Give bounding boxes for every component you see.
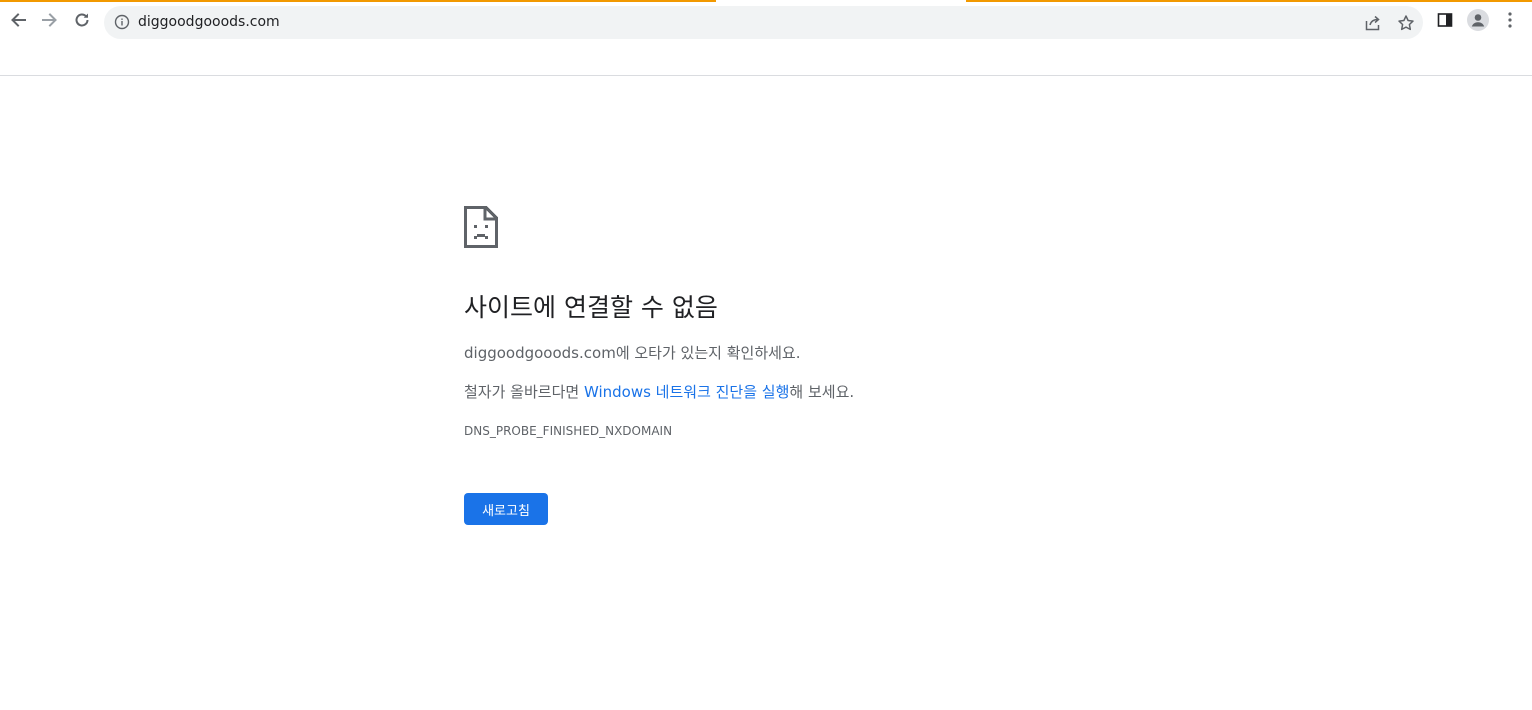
url-text[interactable]: diggoodgooods.com <box>138 14 280 31</box>
back-button[interactable] <box>4 6 32 34</box>
arrow-right-icon <box>42 13 57 27</box>
info-icon[interactable] <box>114 14 130 30</box>
hint-domain: diggoodgooods.com <box>464 344 616 362</box>
browser-toolbar: diggoodgooods.com <box>0 2 1532 42</box>
share-icon <box>1365 15 1380 31</box>
typo-hint: diggoodgooods.com에 오타가 있는지 확인하세요. <box>464 343 801 363</box>
star-icon <box>1398 15 1414 31</box>
menu-button[interactable] <box>1498 8 1522 32</box>
forward-button[interactable] <box>36 6 64 34</box>
diagnostics-hint: 철자가 올바르다면 Windows 네트워크 진단을 실행해 보세요. <box>464 382 854 402</box>
share-button[interactable] <box>1362 12 1384 34</box>
profile-icon <box>1467 9 1489 31</box>
toolbar-spacer <box>0 42 1532 76</box>
profile-button[interactable] <box>1466 8 1490 32</box>
error-code: DNS_PROBE_FINISHED_NXDOMAIN <box>464 424 673 438</box>
sad-document-icon <box>464 206 498 248</box>
side-panel-button[interactable] <box>1433 8 1457 32</box>
arrow-left-icon <box>11 13 26 27</box>
hint-suffix: 에 오타가 있는지 확인하세요. <box>615 344 801 362</box>
kebab-menu-icon <box>1508 12 1512 28</box>
diagnostics-prefix: 철자가 올바르다면 <box>464 383 584 401</box>
run-diagnostics-link[interactable]: Windows 네트워크 진단을 실행 <box>584 383 789 401</box>
diagnostics-suffix: 해 보세요. <box>789 383 855 401</box>
reload-page-button[interactable]: 새로고침 <box>464 493 548 525</box>
side-panel-icon <box>1437 13 1453 27</box>
bookmark-button[interactable] <box>1395 12 1417 34</box>
address-bar[interactable]: diggoodgooods.com <box>104 6 1423 39</box>
reload-button[interactable] <box>68 6 96 34</box>
reload-icon <box>75 13 89 27</box>
error-title: 사이트에 연결할 수 없음 <box>464 293 718 322</box>
